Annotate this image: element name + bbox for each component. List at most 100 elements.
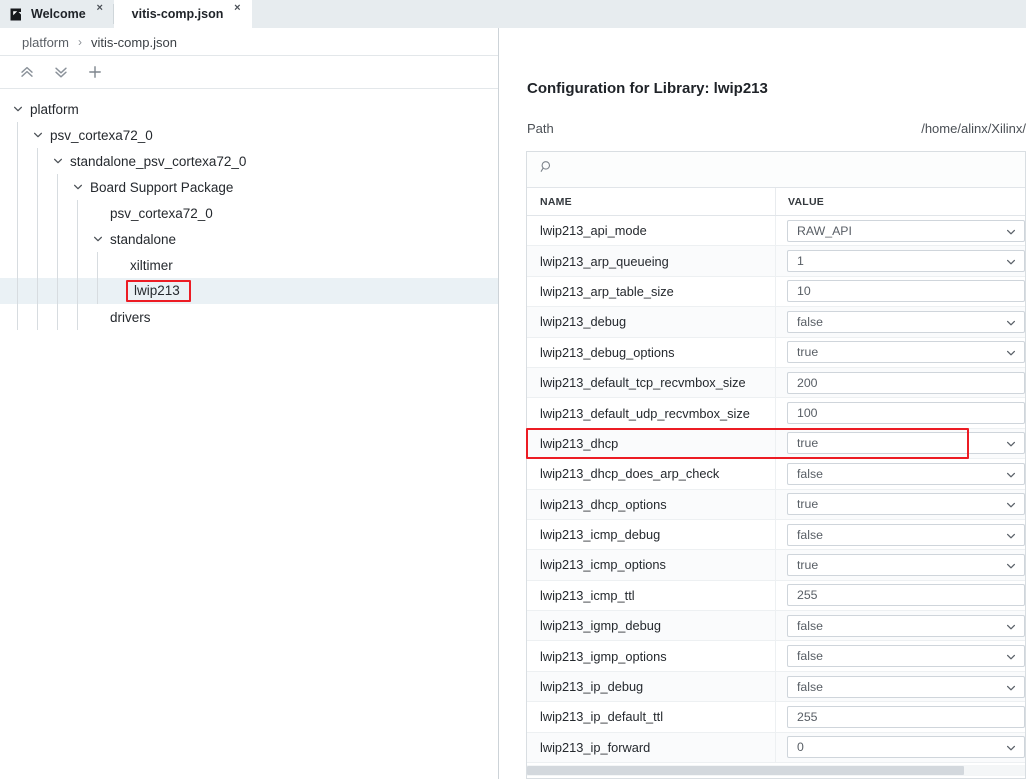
table-row[interactable]: lwip213_icmp_debugfalse — [527, 520, 1026, 550]
setting-value-cell: false — [775, 520, 1026, 549]
expand-all-icon[interactable] — [44, 59, 78, 85]
chevron-down-icon[interactable] — [10, 96, 26, 122]
setting-value-cell: false — [775, 641, 1026, 670]
tree-item-psv-cortexa72-0[interactable]: psv_cortexa72_0 — [0, 200, 498, 226]
value-dropdown[interactable]: false — [787, 311, 1025, 333]
value-text: 1 — [797, 254, 804, 268]
setting-value-cell: 100 — [775, 398, 1026, 427]
tree-item-platform[interactable]: platform — [0, 96, 498, 122]
scrollbar-thumb[interactable] — [527, 766, 964, 775]
breadcrumb-item-platform[interactable]: platform — [22, 35, 69, 50]
value-text: 200 — [797, 376, 818, 390]
tab-vitis-comp-json[interactable]: vitis-comp.json × — [114, 0, 253, 28]
table-row[interactable]: lwip213_arp_queueing1 — [527, 246, 1026, 276]
chevron-down-icon[interactable] — [90, 226, 106, 252]
table-row[interactable]: lwip213_icmp_optionstrue — [527, 550, 1026, 580]
tree-item-label: standalone_psv_cortexa72_0 — [66, 154, 246, 169]
chevron-down-icon[interactable] — [50, 148, 66, 174]
table-row[interactable]: lwip213_debug false — [527, 307, 1026, 337]
setting-value-cell: 255 — [775, 581, 1026, 610]
value-text: true — [797, 497, 818, 511]
setting-name: lwip213_ip_forward — [527, 740, 775, 755]
table-row[interactable]: lwip213_ip_debug false — [527, 672, 1026, 702]
page-title: Configuration for Library: lwip213 — [527, 80, 768, 97]
table-row[interactable]: lwip213_dhcptrue — [527, 429, 1026, 459]
table-row[interactable]: lwip213_dhcp_does_arp_checkfalse — [527, 459, 1026, 489]
close-icon[interactable]: × — [95, 3, 105, 14]
chevron-down-icon[interactable] — [1005, 347, 1017, 359]
chevron-down-icon[interactable] — [1005, 469, 1017, 481]
tree-item-board-support-package[interactable]: Board Support Package — [0, 174, 498, 200]
tree-item-lwip213[interactable]: lwip213 — [0, 278, 498, 304]
chevron-down-icon[interactable] — [30, 122, 46, 148]
chevron-down-icon[interactable] — [70, 174, 86, 200]
chevron-down-icon[interactable] — [1005, 438, 1017, 450]
tree-indent — [0, 174, 70, 200]
value-text-input[interactable]: 100 — [787, 402, 1025, 424]
tree-item-xiltimer[interactable]: xiltimer — [0, 252, 498, 278]
value-dropdown[interactable]: 0 — [787, 736, 1025, 758]
table-row[interactable]: lwip213_dhcp_optionstrue — [527, 490, 1026, 520]
chevron-down-icon[interactable] — [1005, 256, 1017, 268]
value-text-input[interactable]: 255 — [787, 584, 1025, 606]
tree-item-psv-cortexa72-0[interactable]: psv_cortexa72_0 — [0, 122, 498, 148]
vitis-logo-icon — [9, 7, 24, 22]
value-dropdown[interactable]: false — [787, 524, 1025, 546]
setting-name: lwip213_api_mode — [527, 223, 775, 238]
tree-no-twisty — [90, 304, 106, 330]
tree-item-drivers[interactable]: drivers — [0, 304, 498, 330]
chevron-down-icon[interactable] — [1005, 560, 1017, 572]
value-dropdown[interactable]: false — [787, 676, 1025, 698]
setting-name: lwip213_debug — [527, 314, 775, 329]
table-row[interactable]: lwip213_icmp_ttl255 — [527, 581, 1026, 611]
table-row[interactable]: lwip213_ip_forward 0 — [527, 733, 1026, 763]
value-dropdown[interactable]: true — [787, 554, 1025, 576]
chevron-down-icon[interactable] — [1005, 530, 1017, 542]
table-header: NAME VALUE — [527, 188, 1026, 216]
table-row[interactable]: lwip213_igmp_optionsfalse — [527, 641, 1026, 671]
table-row[interactable]: lwip213_default_udp_recvmbox_size100 — [527, 398, 1026, 428]
tree-toolbar — [0, 56, 498, 88]
tree-item-label: standalone — [106, 232, 176, 247]
table-row[interactable]: lwip213_ip_default_ttl255 — [527, 702, 1026, 732]
tab-welcome[interactable]: Welcome × — [0, 0, 113, 28]
value-text-input[interactable]: 200 — [787, 372, 1025, 394]
setting-value-cell: 200 — [775, 368, 1026, 397]
value-dropdown[interactable]: true — [787, 493, 1025, 515]
chevron-down-icon[interactable] — [1005, 682, 1017, 694]
table-row[interactable]: lwip213_arp_table_size10 — [527, 277, 1026, 307]
chevron-down-icon[interactable] — [1005, 226, 1017, 238]
tree-no-twisty — [90, 200, 106, 226]
chevron-down-icon[interactable] — [1005, 317, 1017, 329]
search-input[interactable] — [554, 162, 854, 178]
path-value: /home/alinx/Xilinx/ — [527, 121, 1026, 136]
add-icon[interactable] — [78, 59, 112, 85]
tree-no-twisty — [110, 252, 126, 278]
chevron-down-icon[interactable] — [1005, 651, 1017, 663]
setting-value-cell: 0 — [775, 733, 1026, 762]
value-dropdown[interactable]: false — [787, 645, 1025, 667]
chevron-down-icon[interactable] — [1005, 499, 1017, 511]
table-row[interactable]: lwip213_igmp_debugfalse — [527, 611, 1026, 641]
value-text-input[interactable]: 255 — [787, 706, 1025, 728]
value-dropdown[interactable]: false — [787, 615, 1025, 637]
collapse-all-icon[interactable] — [10, 59, 44, 85]
horizontal-scrollbar[interactable] — [527, 765, 1025, 776]
setting-name: lwip213_ip_debug — [527, 679, 775, 694]
value-dropdown[interactable]: false — [787, 463, 1025, 485]
breadcrumb-item-file[interactable]: vitis-comp.json — [91, 35, 177, 50]
table-row[interactable]: lwip213_api_mode RAW_API — [527, 216, 1026, 246]
value-dropdown[interactable]: 1 — [787, 250, 1025, 272]
value-dropdown[interactable]: true — [787, 432, 1025, 454]
value-text-input[interactable]: 10 — [787, 280, 1025, 302]
value-dropdown[interactable]: RAW_API — [787, 220, 1025, 242]
chevron-down-icon[interactable] — [1005, 621, 1017, 633]
close-icon[interactable]: × — [232, 3, 242, 14]
tree-item-standalone[interactable]: standalone — [0, 226, 498, 252]
chevron-down-icon[interactable] — [1005, 742, 1017, 754]
platform-explorer-panel: platformpsv_cortexa72_0standalone_psv_co… — [0, 56, 498, 779]
value-dropdown[interactable]: true — [787, 341, 1025, 363]
table-row[interactable]: lwip213_debug_optionstrue — [527, 338, 1026, 368]
tree-item-standalone-psv-cortexa72-0[interactable]: standalone_psv_cortexa72_0 — [0, 148, 498, 174]
table-row[interactable]: lwip213_default_tcp_recvmbox_size200 — [527, 368, 1026, 398]
